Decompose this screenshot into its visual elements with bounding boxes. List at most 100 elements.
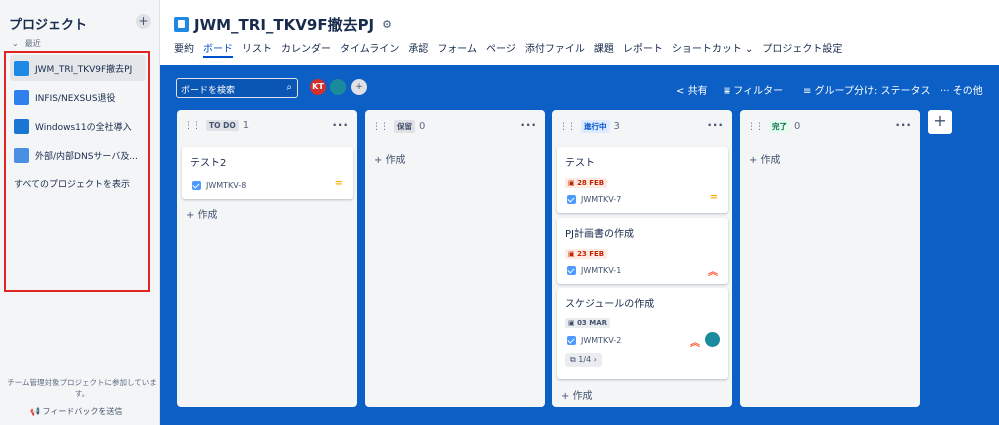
calendar-icon: ▣ — [568, 250, 578, 258]
project-name: JWM_TRI_TKV9F撤去PJ — [35, 64, 133, 75]
recent-section-toggle[interactable]: ⌄ 最近 — [12, 38, 41, 49]
sidebar-project-item[interactable]: INFIS/NEXSUS退役 — [10, 84, 146, 110]
plus-icon: + — [561, 391, 573, 402]
filter-button[interactable]: ⩸ フィルター — [724, 82, 783, 97]
tab-attachments[interactable]: 添付ファイル — [525, 42, 585, 58]
issue-key[interactable]: JWMTKV-2 — [567, 336, 621, 345]
group-by-button[interactable]: ≡ グループ分け: ステータス — [803, 82, 931, 97]
issue-key[interactable]: JWMTKV-1 — [567, 266, 621, 275]
add-project-button[interactable]: + — [136, 14, 151, 29]
issue-card[interactable]: PJ計画書の作成 ▣ 23 FEB JWMTKV-1 ︽ — [557, 218, 728, 284]
issue-key[interactable]: JWMTKV-8 — [192, 181, 246, 190]
share-button[interactable]: < 共有 — [676, 82, 708, 97]
subtasks-button[interactable]: ⧉ 1/4 › — [565, 353, 602, 367]
board-column-done: ⋮⋮ 完了 0 ··· + 作成 — [740, 110, 920, 407]
page-title: JWM_TRI_TKV9F撤去PJ — [194, 16, 375, 34]
feedback-link[interactable]: 📢 フィードバックを送信 — [30, 406, 122, 417]
create-issue-button[interactable]: + 作成 — [186, 206, 218, 221]
column-header[interactable]: ⋮⋮ 進行中 3 — [559, 120, 620, 133]
priority-medium-icon: = — [709, 192, 718, 203]
tab-approvals[interactable]: 承認 — [408, 42, 428, 58]
search-icon: ⌕ — [286, 82, 292, 93]
tab-shortcuts[interactable]: ショートカット ⌄ — [672, 42, 754, 58]
drag-handle-icon[interactable]: ⋮⋮ — [372, 122, 389, 132]
status-badge: 完了 — [769, 120, 790, 133]
drag-handle-icon[interactable]: ⋮⋮ — [184, 121, 201, 131]
create-label: 作成 — [572, 391, 593, 402]
tab-issues[interactable]: 課題 — [594, 42, 614, 58]
tab-reports[interactable]: レポート — [623, 42, 663, 58]
more-label: その他 — [952, 86, 983, 97]
tab-list[interactable]: リスト — [242, 42, 272, 58]
create-issue-button[interactable]: + 作成 — [561, 387, 593, 402]
priority-high-icon: ︽ — [708, 267, 718, 278]
column-count: 0 — [419, 121, 426, 132]
project-name: Windows11の全社導入 — [35, 122, 132, 133]
more-button[interactable]: ··· その他 — [940, 82, 983, 97]
status-badge: 保留 — [394, 120, 415, 133]
tab-board[interactable]: ボード — [203, 42, 233, 58]
add-column-button[interactable]: + — [928, 110, 952, 134]
due-date: 28 FEB — [577, 179, 605, 187]
due-date: 03 MAR — [577, 319, 608, 327]
issue-card[interactable]: スケジュールの作成 ▣ 03 MAR JWMTKV-2 ︽ ⧉ 1/4 › — [557, 288, 728, 379]
column-header[interactable]: ⋮⋮ TO DO 1 — [184, 120, 249, 131]
list-icon: ≡ — [803, 86, 815, 97]
share-icon: < — [676, 86, 688, 97]
tab-forms[interactable]: フォーム — [437, 42, 477, 58]
avatar[interactable] — [705, 332, 720, 347]
project-settings-icon[interactable]: ⚙ — [382, 18, 392, 31]
plus-icon: + — [749, 155, 761, 166]
column-count: 3 — [613, 121, 620, 132]
issue-key-label: JWMTKV-7 — [581, 195, 622, 204]
create-issue-button[interactable]: + 作成 — [749, 151, 781, 166]
project-tabs: 要約 ボード リスト カレンダー タイムライン 承認 フォーム ページ 添付ファ… — [174, 42, 851, 58]
column-header[interactable]: ⋮⋮ 保留 0 — [372, 120, 425, 133]
drag-handle-icon[interactable]: ⋮⋮ — [747, 122, 764, 132]
add-people-icon[interactable]: + — [349, 77, 369, 97]
checkbox-icon — [567, 266, 576, 275]
priority-medium-icon: = — [334, 178, 343, 189]
status-badge: TO DO — [206, 120, 239, 131]
avatar-initials: KT — [312, 82, 324, 91]
more-icon[interactable]: ··· — [332, 118, 349, 132]
show-all-projects-link[interactable]: すべてのプロジェクトを表示 — [14, 177, 130, 190]
lifebuoy-icon — [14, 147, 29, 163]
plus-icon: + — [374, 155, 386, 166]
search-placeholder: ボードを検索 — [181, 86, 236, 96]
share-label: 共有 — [687, 86, 708, 97]
board-search-input[interactable]: ボードを検索 ⌕ — [176, 78, 298, 98]
issue-card[interactable]: テスト2 JWMTKV-8 = — [182, 147, 353, 199]
tab-project-settings[interactable]: プロジェクト設定 — [762, 42, 842, 58]
tab-calendar[interactable]: カレンダー — [281, 42, 331, 58]
due-date-badge: ▣ 03 MAR — [565, 318, 611, 328]
calendar-icon: ▣ — [568, 179, 578, 187]
board-column-in-progress: ⋮⋮ 進行中 3 ··· テスト ▣ 28 FEB JWMTKV-7 = PJ計… — [552, 110, 732, 407]
tab-timeline[interactable]: タイムライン — [340, 42, 399, 58]
checkbox-icon — [567, 195, 576, 204]
issue-key[interactable]: JWMTKV-7 — [567, 195, 621, 204]
create-issue-button[interactable]: + 作成 — [374, 151, 406, 166]
group-by-label: グループ分け: ステータス — [814, 86, 931, 97]
filter-icon: ⩸ — [724, 86, 734, 97]
avatar[interactable] — [328, 77, 348, 97]
chevron-down-icon: ⌄ — [12, 39, 19, 48]
sidebar-project-item[interactable]: Windows11の全社導入 — [10, 113, 146, 139]
sidebar-project-item[interactable]: JWM_TRI_TKV9F撤去PJ — [10, 55, 146, 81]
more-icon[interactable]: ··· — [707, 118, 724, 132]
sidebar-footer-text: チーム管理対象プロジェクトに参加しています。 — [7, 378, 157, 398]
card-title: テスト — [565, 158, 595, 169]
more-icon[interactable]: ··· — [895, 118, 912, 132]
more-icon[interactable]: ··· — [520, 118, 537, 132]
calendar-icon: ▣ — [568, 319, 578, 327]
sidebar-project-item[interactable]: 外部/内部DNSサーバ及... — [10, 142, 146, 168]
create-label: 作成 — [760, 155, 781, 166]
tab-summary[interactable]: 要約 — [174, 42, 194, 58]
tab-pages[interactable]: ページ — [486, 42, 516, 58]
recent-projects-highlight: JWM_TRI_TKV9F撤去PJ INFIS/NEXSUS退役 Windows… — [4, 51, 150, 292]
column-header[interactable]: ⋮⋮ 完了 0 — [747, 120, 800, 133]
issue-card[interactable]: テスト ▣ 28 FEB JWMTKV-7 = — [557, 147, 728, 213]
drag-handle-icon[interactable]: ⋮⋮ — [559, 122, 576, 132]
notepad-icon — [14, 60, 29, 76]
avatar[interactable]: KT — [308, 77, 328, 97]
